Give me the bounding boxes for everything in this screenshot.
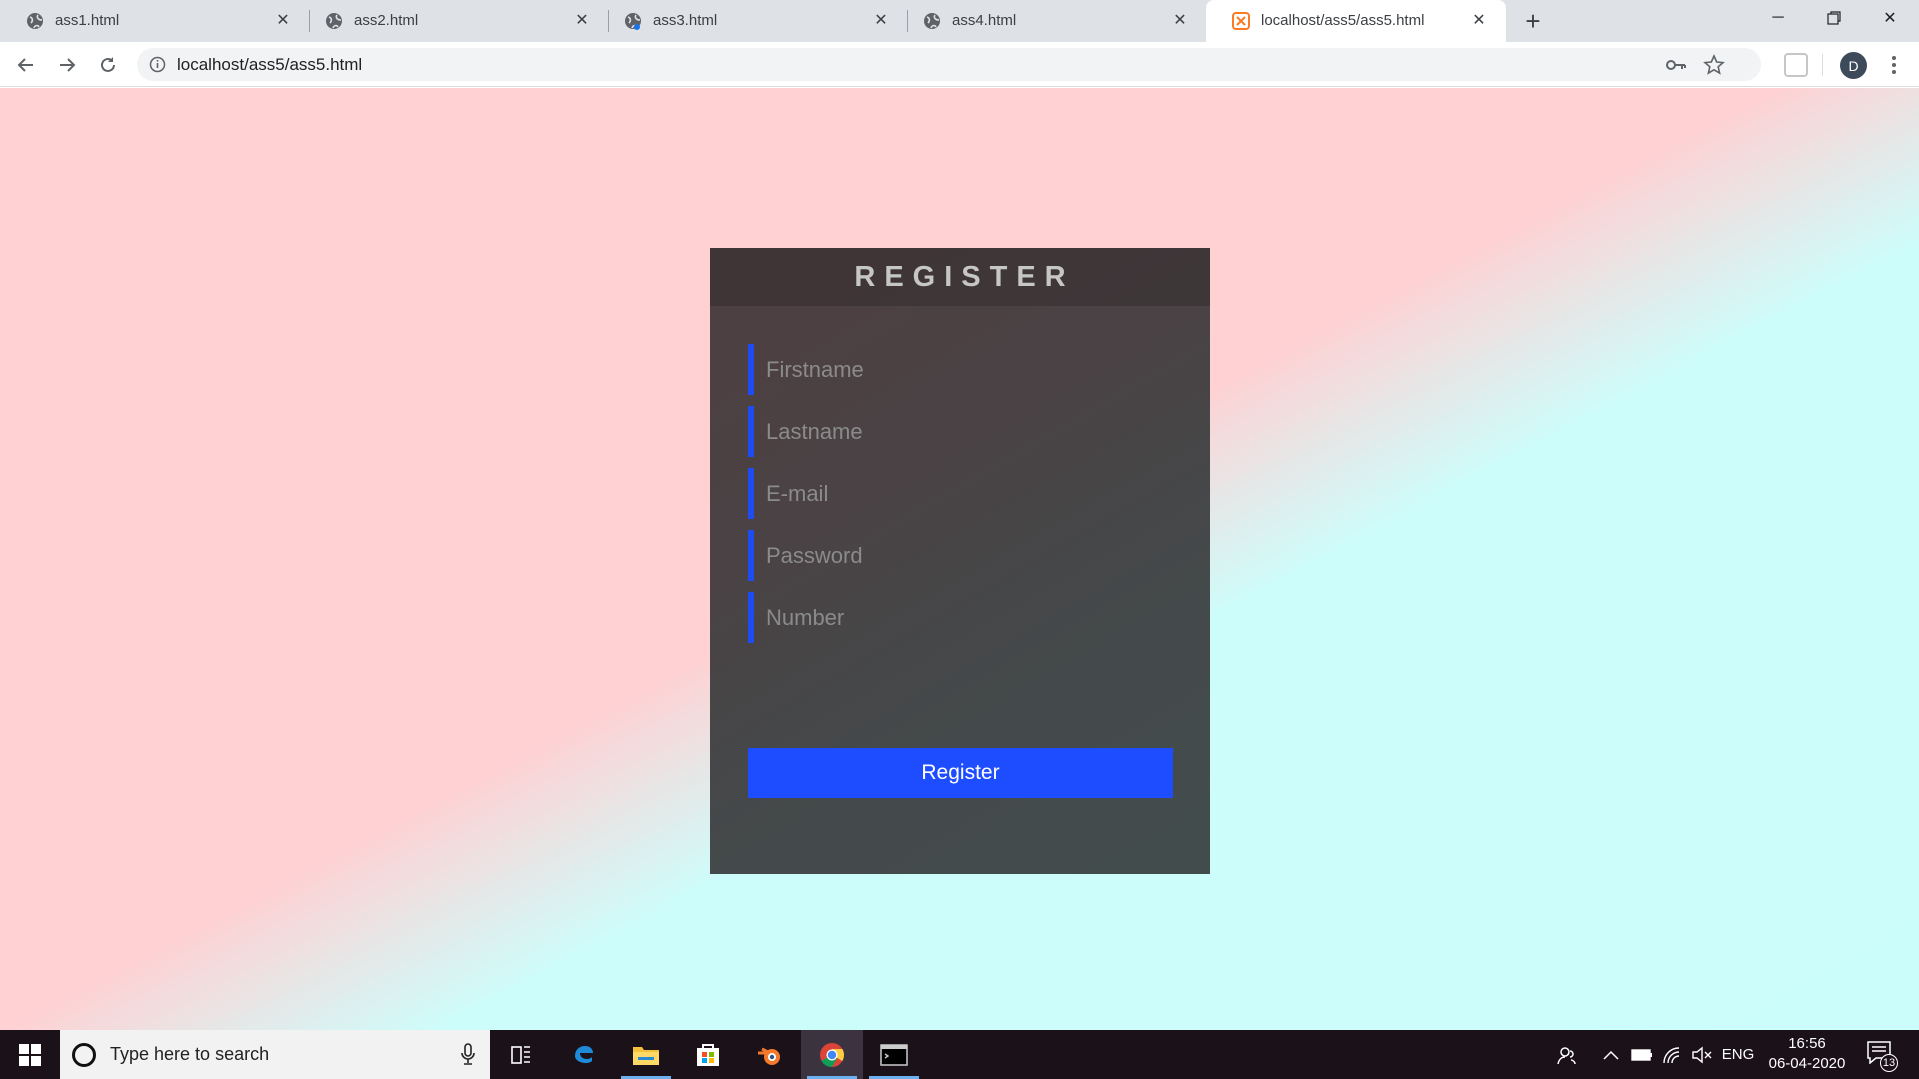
search-placeholder: Type here to search — [110, 1044, 270, 1064]
password-field — [748, 530, 1173, 581]
window-close-icon[interactable]: ✕ — [1862, 0, 1918, 36]
people-icon[interactable] — [1550, 1030, 1584, 1079]
number-input[interactable] — [754, 592, 1173, 643]
arrow-left-icon — [17, 58, 33, 72]
clock[interactable]: 16:56 06-04-2020 — [1762, 1034, 1852, 1074]
tab-ass5[interactable]: localhost/ass5/ass5.html ✕ — [1206, 0, 1506, 42]
globe-icon — [27, 13, 43, 29]
tab-ass4[interactable]: ass4.html ✕ — [897, 0, 1207, 42]
tab-strip: ass1.html ✕ ass2.html ✕ ass3.html ✕ ass4… — [0, 0, 1919, 42]
tab-title: localhost/ass5/ass5.html — [1261, 12, 1425, 29]
close-icon[interactable]: ✕ — [870, 9, 892, 31]
wifi-icon[interactable] — [1658, 1030, 1686, 1079]
firstname-field — [748, 344, 1173, 395]
cortana-icon[interactable] — [72, 1043, 96, 1067]
address-bar[interactable]: localhost/ass5/ass5.html — [137, 48, 1761, 81]
battery-icon[interactable] — [1628, 1030, 1656, 1079]
terminal-icon[interactable] — [863, 1030, 925, 1079]
firstname-input[interactable] — [754, 344, 1173, 395]
tab-title: ass2.html — [354, 12, 419, 29]
taskbar: Type here to search ENG 16:56 06-04-2020… — [0, 1030, 1919, 1079]
windows-start-icon[interactable] — [0, 1030, 60, 1079]
language-indicator[interactable]: ENG — [1718, 1030, 1758, 1079]
lastname-input[interactable] — [754, 406, 1173, 457]
page-viewport: REGISTER Register — [0, 88, 1919, 1030]
clock-date: 06-04-2020 — [1768, 1055, 1846, 1072]
minimize-icon[interactable]: ─ — [1750, 0, 1806, 36]
password-input[interactable] — [754, 530, 1173, 581]
browser-toolbar: localhost/ass5/ass5.html D — [0, 42, 1919, 87]
more-menu-icon[interactable] — [1880, 50, 1908, 80]
edge-icon[interactable] — [553, 1030, 615, 1079]
reload-icon — [101, 57, 115, 72]
microsoft-store-icon[interactable] — [677, 1030, 739, 1079]
tab-ass2[interactable]: ass2.html ✕ — [299, 0, 609, 42]
microphone-icon[interactable] — [460, 1042, 476, 1066]
register-form: REGISTER Register — [710, 248, 1210, 874]
close-icon[interactable]: ✕ — [1468, 9, 1490, 31]
tab-ass1[interactable]: ass1.html ✕ — [0, 0, 310, 42]
reload-button[interactable] — [92, 49, 124, 81]
forward-button[interactable] — [51, 49, 83, 81]
profile-avatar[interactable]: D — [1840, 52, 1867, 79]
globe-icon — [326, 13, 342, 29]
restore-icon[interactable] — [1806, 0, 1862, 36]
close-icon[interactable]: ✕ — [571, 9, 593, 31]
email-field — [748, 468, 1173, 519]
extension-icon[interactable] — [1784, 53, 1808, 77]
tab-ass3[interactable]: ass3.html ✕ — [598, 0, 908, 42]
email-input[interactable] — [754, 468, 1173, 519]
url-text[interactable]: localhost/ass5/ass5.html — [177, 55, 362, 75]
form-header: REGISTER — [710, 248, 1210, 306]
task-view-icon[interactable] — [490, 1030, 552, 1079]
tab-title: ass3.html — [653, 12, 718, 29]
xampp-icon — [1232, 12, 1250, 30]
globe-icon — [625, 13, 641, 30]
clock-time: 16:56 — [1788, 1035, 1826, 1052]
page-title: REGISTER — [854, 260, 1075, 293]
register-button[interactable]: Register — [748, 748, 1173, 798]
tab-title: ass1.html — [55, 12, 120, 29]
notification-center-icon[interactable]: 13 — [1866, 1040, 1898, 1072]
close-icon[interactable]: ✕ — [272, 9, 294, 31]
star-icon[interactable] — [1703, 54, 1725, 76]
chevron-up-icon[interactable] — [1598, 1030, 1624, 1079]
arrow-right-icon — [60, 58, 76, 72]
info-icon[interactable] — [149, 56, 166, 73]
notification-count: 13 — [1880, 1054, 1898, 1072]
close-icon[interactable]: ✕ — [1169, 9, 1191, 31]
back-button[interactable] — [10, 49, 42, 81]
lastname-field — [748, 406, 1173, 457]
blender-icon[interactable] — [739, 1030, 801, 1079]
volume-mute-icon[interactable] — [1688, 1030, 1716, 1079]
key-icon[interactable] — [1665, 54, 1687, 76]
globe-icon — [924, 13, 940, 29]
tab-title: ass4.html — [952, 12, 1017, 29]
taskbar-search[interactable]: Type here to search — [60, 1030, 490, 1079]
number-field — [748, 592, 1173, 643]
file-explorer-icon[interactable] — [615, 1030, 677, 1079]
chrome-icon[interactable] — [801, 1030, 863, 1079]
new-tab-button[interactable]: + — [1518, 6, 1548, 36]
